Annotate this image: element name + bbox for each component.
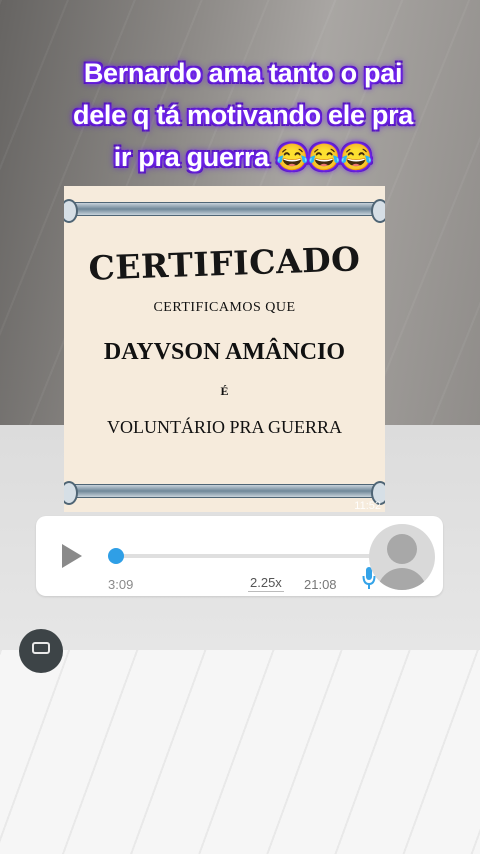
laughing-emoji-icons: 😂😂😂 — [276, 142, 373, 172]
video-caption: Bernardo ama tanto o pai dele q tá motiv… — [20, 52, 466, 178]
image-timestamp: 11:52 — [354, 500, 381, 512]
certificate-volunteer-text: VOLUNTÁRIO PRA GUERRA — [106, 417, 342, 437]
attachment-icon[interactable] — [19, 629, 63, 673]
message-time: 21:08 — [304, 577, 337, 592]
certificate-bottom-border — [64, 481, 385, 505]
certificate-name: DAYVSON AMÂNCIO — [103, 339, 346, 365]
certificate-connector: É — [220, 384, 229, 398]
audio-message-bubble: 3:09 2.25x 21:08 — [36, 516, 443, 596]
caption-line-1: Bernardo ama tanto o pai — [83, 58, 403, 88]
background-bottom — [0, 650, 480, 854]
audio-duration: 3:09 — [108, 577, 134, 592]
caption-line-3-text: ir pra guerra — [113, 142, 277, 172]
avatar-head-icon — [387, 534, 417, 564]
caption-line-3: ir pra guerra 😂😂😂 — [20, 136, 466, 178]
avatar-body-icon — [377, 568, 427, 590]
audio-seek-thumb[interactable] — [108, 548, 124, 564]
playback-speed-button[interactable]: 2.25x — [248, 575, 284, 592]
caption-line-2: dele q tá motivando ele pra — [73, 100, 413, 130]
briefcase-icon — [32, 642, 50, 654]
play-icon[interactable] — [60, 542, 84, 570]
certificate-title: CERTIFICADO — [87, 239, 362, 288]
certificate-line: CERTIFICAMOS QUE — [153, 300, 296, 315]
certificate-top-border — [64, 199, 385, 223]
sender-avatar[interactable] — [369, 524, 435, 590]
certificate-image[interactable]: CERTIFICADO CERTIFICAMOS QUE DAYVSON AMÂ… — [64, 186, 385, 512]
audio-seek-track[interactable] — [115, 554, 379, 558]
